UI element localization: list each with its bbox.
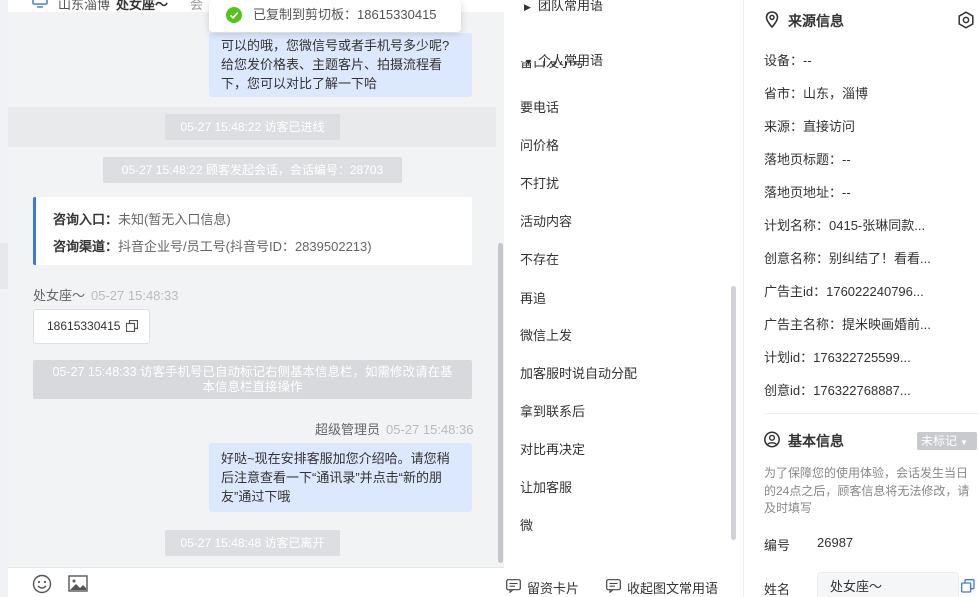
- consult-entry-label: 咨询入口：: [53, 212, 119, 227]
- message-line: 后注意查看一下“通讯录”并点击“新的朋: [221, 470, 442, 485]
- visitor-name-label: 姓名: [764, 582, 791, 597]
- agent-message-bubble: 可以的哦，您微信号或者手机号多少呢? 给您发价格表、主题客片、拍摄流程看 下，您…: [209, 33, 472, 97]
- visitor-name-input[interactable]: 处女座～: [817, 572, 959, 597]
- group-team-phrases[interactable]: ▶ 团队常用语: [524, 0, 603, 14]
- caret-down-icon: ▼: [960, 438, 968, 447]
- lead-card-label: 留资卡片: [527, 581, 580, 596]
- section-divider: [764, 413, 979, 414]
- source-channel-row: 来源：直接访问: [764, 119, 856, 134]
- monitor-icon: [32, 0, 48, 8]
- visitor-info-panel: 来源信息 设备：-- 省市：山东，淄博 来源：直接访问 落地页标题：-- 落地页…: [745, 0, 979, 597]
- phrase-item[interactable]: 微: [520, 515, 533, 534]
- plan-id-row: 计划id：176322725599...: [764, 350, 911, 365]
- phrase-item[interactable]: 不打扰: [520, 173, 559, 192]
- landing-url-row: 落地页地址：--: [764, 185, 851, 200]
- chat-scrollbar[interactable]: [498, 243, 503, 563]
- phrase-item[interactable]: 不存在: [520, 249, 559, 268]
- phrase-item[interactable]: 再追: [520, 288, 546, 307]
- message-line: 下，您可以对比了解一下哈: [221, 76, 378, 91]
- consult-channel-row: 咨询渠道：抖音企业号/员工号(抖音号ID：2839502213): [53, 233, 472, 260]
- phrase-item[interactable]: 对比再决定: [520, 439, 585, 458]
- check-circle-icon: [226, 7, 242, 23]
- phrase-item[interactable]: 微信上发: [520, 325, 572, 344]
- phrases-footer: 留资卡片 收起图文常用语: [504, 570, 743, 597]
- basic-info-note: 为了保障您的使用体验，会话发生当日的24点之后，顾客信息将无法修改，请及时填写: [764, 466, 970, 515]
- consult-entry-value: 未知(暂无入口信息): [118, 212, 231, 227]
- consult-entry-row: 咨询入口：未知(暂无入口信息): [53, 206, 472, 233]
- collapse-phrases-button[interactable]: 收起图文常用语: [606, 578, 718, 597]
- visitor-sender-line: 处女座～ 05-27 15:48:33: [33, 285, 178, 304]
- quick-phrases-panel: ▶ 团队常用语 ▼ 个人常用语 留口发小号 要电话 问价格 不打扰 活动内容 不存在…: [504, 0, 744, 597]
- phrase-item[interactable]: 问价格: [520, 135, 559, 154]
- consult-channel-label: 咨询渠道：: [53, 239, 119, 254]
- creative-name-row: 创意名称：别纠结了！看看...: [764, 251, 931, 266]
- lead-card-button[interactable]: 留资卡片: [506, 578, 579, 597]
- toast-text: 已复制到剪切板：18615330415: [253, 7, 437, 22]
- plan-name-row: 计划名称：0415-张琳同款...: [764, 218, 926, 233]
- source-city-row: 省市：山东，淄博: [764, 86, 869, 101]
- phrase-item[interactable]: 加客服时说自动分配: [520, 363, 637, 382]
- system-message-enter: 05-27 15:48:22 访客已进线: [165, 114, 340, 140]
- system-message-session: 05-27 15:48:22 顾客发起会话，会话编号：28703: [103, 157, 402, 183]
- message-line: 给您发价格表、主题客片、拍摄流程看: [221, 57, 443, 72]
- system-message-phone-note: 05-27 15:48:33 访客手机号已自动标记右侧基本信息栏，如需修改请在基…: [33, 360, 472, 399]
- advertiser-id-row: 广告主id：176022240796...: [764, 284, 924, 299]
- copy-icon[interactable]: [126, 320, 138, 332]
- left-nav-strip: [0, 0, 8, 597]
- visitor-phone-number: 18615330415: [47, 319, 121, 333]
- landing-title-row: 落地页标题：--: [764, 152, 851, 167]
- creative-id-row: 创意id：176322768887...: [764, 383, 911, 398]
- agent-message-time: 05-27 15:48:36: [386, 422, 474, 437]
- source-device-row: 设备：--: [764, 53, 812, 68]
- system-message-leave: 05-27 15:48:48 访客已离开: [165, 530, 340, 556]
- phrase-item[interactable]: 拿到联系后: [520, 401, 585, 420]
- copy-icon[interactable]: [961, 579, 975, 593]
- group-team-label: 团队常用语: [538, 0, 604, 13]
- chat-header-location: 山东淄博 处女座～会: [58, 0, 203, 12]
- agent-message-bubble: 好哒~现在安排客服加您介绍哈。请您稍 后注意查看一下“通讯录”并点击“新的朋 友…: [209, 443, 472, 512]
- mark-tag-dropdown[interactable]: 未标记 ▼: [917, 432, 977, 450]
- image-icon[interactable]: [68, 574, 88, 594]
- emoji-icon[interactable]: [32, 574, 52, 594]
- copy-success-toast: 已复制到剪切板：18615330415: [209, 0, 461, 32]
- basic-info-title: 基本信息: [764, 431, 844, 451]
- message-line: 可以的哦，您微信号或者手机号多少呢?: [221, 38, 450, 53]
- consult-info-card: 咨询入口：未知(暂无入口信息) 咨询渠道：抖音企业号/员工号(抖音号ID：283…: [33, 197, 472, 265]
- location-pin-icon: [765, 11, 779, 28]
- message-card-icon: [506, 579, 521, 593]
- system-note-line: 本信息栏直接操作: [202, 380, 303, 394]
- caret-right-icon: ▶: [524, 2, 531, 12]
- visitor-phone-message[interactable]: 18615330415: [33, 309, 150, 344]
- visitor-id-label: 编号: [764, 538, 791, 553]
- agent-sender-name: 超级管理员: [315, 422, 381, 437]
- message-card-icon: [606, 579, 621, 593]
- consult-channel-value: 抖音企业号/员工号(抖音号ID：2839502213): [118, 239, 372, 254]
- phrase-item-partial[interactable]: 留口发小号: [520, 61, 585, 70]
- message-line: 好哒~现在安排客服加您介绍哈。请您稍: [221, 451, 450, 466]
- chat-header-visitor-name: 处女座～: [116, 0, 169, 12]
- settings-icon[interactable]: [957, 11, 975, 29]
- user-circle-icon: [764, 431, 780, 448]
- mark-tag-label: 未标记: [921, 434, 958, 448]
- chat-panel: 山东淄博处女座～会 往 可以的哦，您微信号或者手机号多少呢? 给您发价格表、主题…: [8, 0, 504, 597]
- system-note-line: 05-27 15:48:33 访客手机号已自动标记右侧基本信息栏，如需修改请在基: [52, 365, 453, 379]
- phrase-item[interactable]: 活动内容: [520, 211, 572, 230]
- chat-input-toolbar: [8, 567, 504, 597]
- phrase-item[interactable]: 要电话: [520, 97, 559, 116]
- left-nav-highlight: [0, 243, 8, 289]
- chat-header-extra: 会: [190, 0, 204, 12]
- agent-sender-line: 超级管理员 05-27 15:48:36: [315, 419, 473, 438]
- source-info-title: 来源信息: [764, 11, 844, 31]
- visitor-sender-name: 处女座～: [33, 288, 86, 303]
- collapse-phrases-label: 收起图文常用语: [627, 581, 719, 596]
- phrases-scrollbar[interactable]: [731, 286, 736, 540]
- advertiser-name-row: 广告主名称：提米映画婚前...: [764, 317, 931, 332]
- visitor-id-value: 26987: [817, 535, 854, 550]
- phrase-item[interactable]: 让加客服: [520, 477, 572, 496]
- visitor-message-time: 05-27 15:48:33: [91, 288, 179, 303]
- message-line: 友”通过下哦: [221, 489, 291, 504]
